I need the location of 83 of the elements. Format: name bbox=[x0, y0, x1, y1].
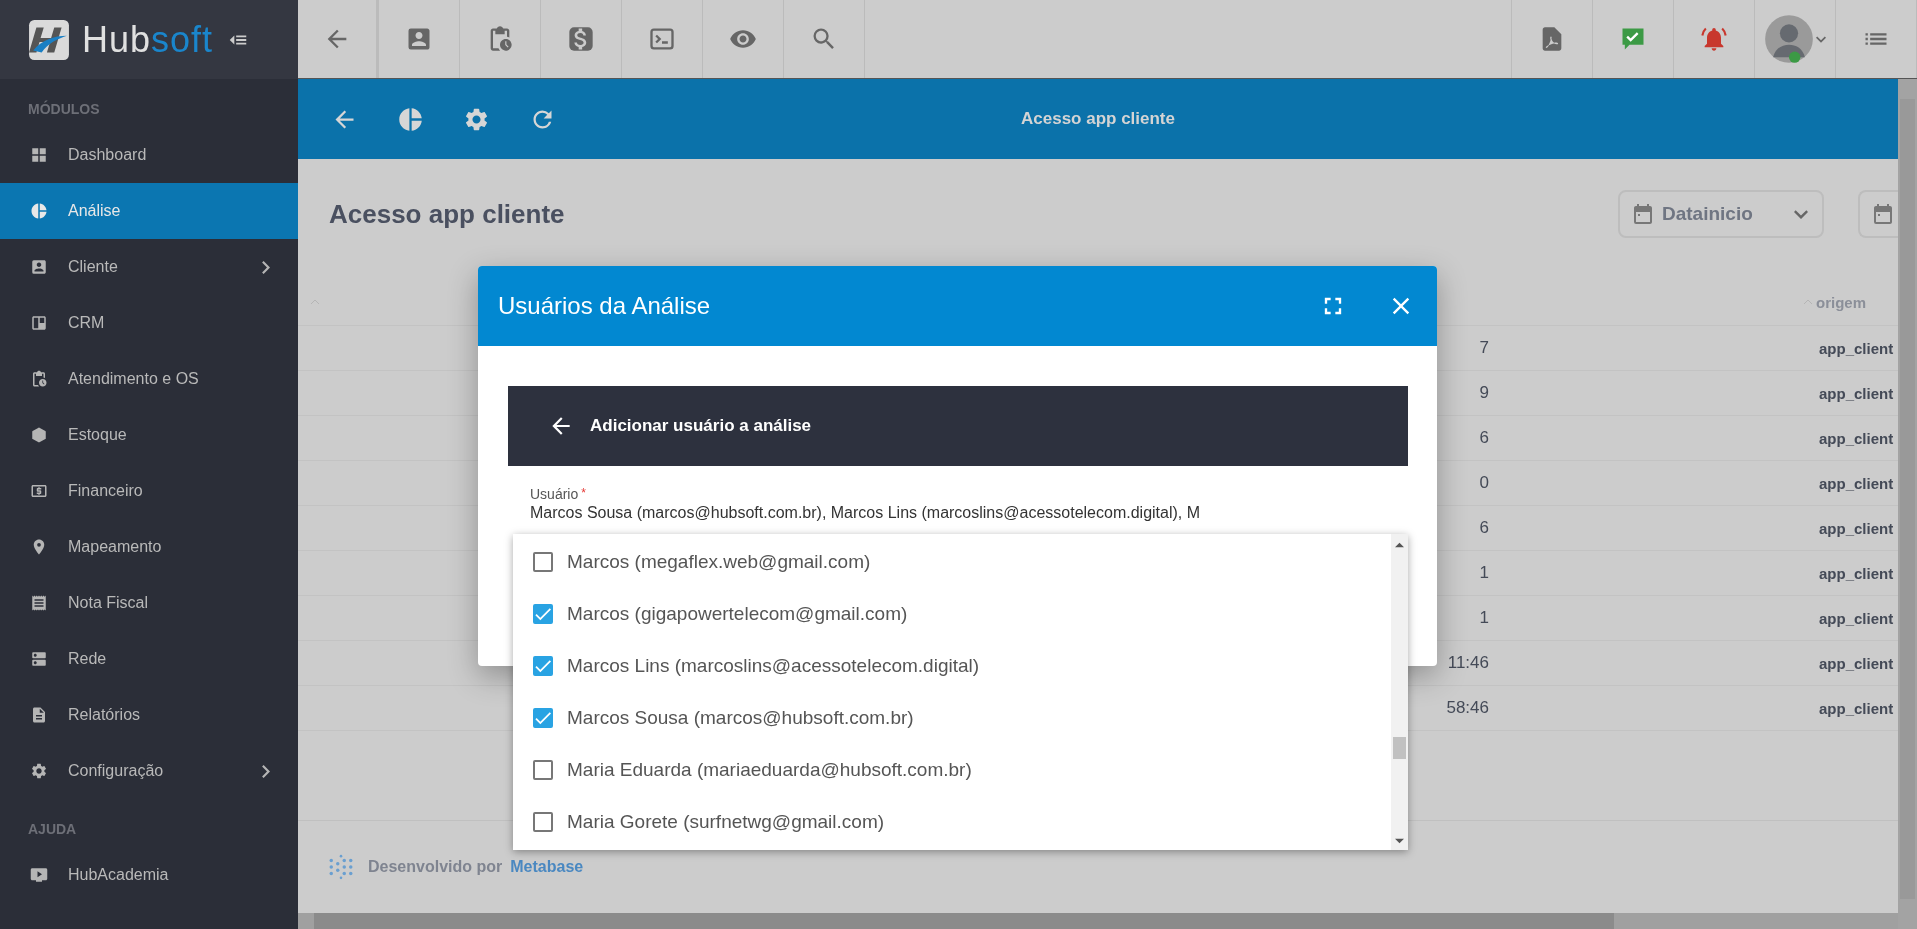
banknote-icon bbox=[30, 482, 48, 500]
option-item[interactable]: Maria Gorete (surfnetwg@gmail.com) bbox=[513, 796, 1391, 848]
list-scrollbar[interactable] bbox=[1391, 534, 1408, 850]
grid-icon bbox=[30, 146, 48, 164]
dialog-title: Usuários da Análise bbox=[498, 292, 712, 320]
settings-icon bbox=[30, 762, 48, 780]
sidebar-item[interactable]: Dashboard bbox=[0, 127, 298, 183]
sidebar-item[interactable]: Relatórios bbox=[0, 687, 298, 743]
option-item[interactable]: Marcos Sousa (marcos@hubsoft.com.br) bbox=[513, 692, 1391, 744]
horizontal-scrollbar[interactable] bbox=[298, 913, 1898, 929]
table-cell: 9 bbox=[1479, 383, 1489, 403]
table-cell: 11:46 bbox=[1447, 653, 1489, 673]
checkbox[interactable] bbox=[533, 656, 553, 676]
table-cell: 6 bbox=[1479, 428, 1489, 448]
section-heading: MÓDULOS bbox=[27, 99, 101, 119]
scroll-up-arrow-icon[interactable] bbox=[1395, 542, 1404, 548]
avatar-silhouette-icon bbox=[1764, 14, 1814, 64]
table-cell: 1 bbox=[1479, 563, 1489, 583]
sidebar-item[interactable]: Nota Fiscal bbox=[0, 575, 298, 631]
checkbox[interactable] bbox=[533, 812, 553, 832]
table-cell-text: app_client bbox=[1819, 609, 1895, 627]
sub-header-title: Adicionar usuário a análise bbox=[590, 416, 812, 436]
scroll-down-arrow-icon[interactable] bbox=[1395, 838, 1404, 844]
credit-text: Desenvolvido por bbox=[368, 858, 503, 876]
dot-grid-logo-icon bbox=[328, 854, 354, 880]
pie-chart-icon bbox=[30, 202, 48, 220]
section-heading: AJUDA bbox=[27, 820, 78, 839]
logo-text: Hubsoft bbox=[82, 18, 214, 61]
table-cell-text: app_client bbox=[1819, 654, 1895, 672]
dollar-icon bbox=[567, 25, 595, 53]
option-item[interactable]: Maria Eduarda (mariaeduarda@hubsoft.com.br) bbox=[513, 744, 1391, 796]
sidebar-item[interactable]: Configuração bbox=[0, 743, 298, 799]
required-mark: * bbox=[581, 486, 586, 502]
checkbox[interactable] bbox=[533, 552, 553, 572]
document-icon bbox=[30, 706, 48, 724]
pie-chart-icon[interactable] bbox=[397, 105, 424, 133]
table-cell: 6 bbox=[1479, 518, 1489, 538]
option-item[interactable]: Marcos (gigapowertelecom@gmail.com) bbox=[513, 588, 1391, 640]
option-item[interactable]: Marcos (megaflex.web@gmail.com) bbox=[513, 536, 1391, 588]
chevron-down-icon bbox=[1794, 209, 1808, 219]
table-cell: 7 bbox=[1479, 338, 1489, 358]
person-card-icon bbox=[30, 258, 48, 276]
sidebar-item[interactable]: Análise bbox=[0, 183, 298, 239]
board-icon bbox=[30, 314, 48, 332]
toolbar-title: Acesso app cliente bbox=[1021, 109, 1175, 129]
sidebar-item[interactable]: Rede bbox=[0, 631, 298, 687]
video-icon bbox=[30, 866, 48, 884]
checkbox[interactable] bbox=[533, 760, 553, 780]
sidebar-item[interactable]: Estoque bbox=[0, 407, 298, 463]
box-icon bbox=[30, 426, 48, 444]
vertical-scrollbar[interactable] bbox=[1898, 79, 1917, 929]
user-select-field[interactable]: Marcos Sousa (marcos@hubsoft.com.br), Marcos Lins (marcoslins@acessotelecom.digital), M bbox=[530, 504, 1390, 522]
field-label: Usuário bbox=[530, 486, 579, 502]
checkbox[interactable] bbox=[533, 604, 553, 624]
table-cell-text: app_client bbox=[1819, 429, 1895, 447]
table-cell: 58:46 bbox=[1446, 698, 1489, 718]
calendar-icon bbox=[1874, 204, 1892, 224]
table-cell-text: app_client bbox=[1819, 474, 1895, 492]
chevron-down-icon bbox=[1816, 35, 1826, 43]
table-cell: 0 bbox=[1479, 473, 1489, 493]
sidebar-item[interactable]: Financeiro bbox=[0, 463, 298, 519]
table-cell-text: app_client bbox=[1819, 384, 1895, 402]
column-label: origem bbox=[1816, 293, 1866, 311]
table-cell: 1 bbox=[1479, 608, 1489, 628]
sidebar-item[interactable]: Cliente bbox=[0, 239, 298, 295]
page-heading: Acesso app cliente bbox=[329, 198, 566, 230]
table-cell-text: app_client bbox=[1819, 519, 1895, 537]
server-icon bbox=[30, 650, 48, 668]
bell-icon bbox=[1700, 25, 1728, 53]
checkbox[interactable] bbox=[533, 708, 553, 728]
sidebar-item[interactable]: CRM bbox=[0, 295, 298, 351]
table-cell-text: app_client bbox=[1819, 339, 1895, 357]
receipt-icon bbox=[30, 594, 48, 612]
scrollbar-thumb[interactable] bbox=[1393, 737, 1406, 759]
sidebar-item[interactable]: Atendimento e OS bbox=[0, 351, 298, 407]
logo-icon bbox=[28, 18, 70, 61]
option-item[interactable]: Marcos Lins (marcoslins@acessotelecom.digital) bbox=[513, 640, 1391, 692]
calendar-icon bbox=[1634, 204, 1652, 224]
table-cell-text: app_client bbox=[1819, 699, 1895, 717]
table-cell-text: app_client bbox=[1819, 564, 1895, 582]
sidebar-item[interactable]: HubAcademia bbox=[0, 847, 298, 903]
clipboard-clock-icon bbox=[30, 370, 48, 388]
sidebar-item[interactable]: Mapeamento bbox=[0, 519, 298, 575]
